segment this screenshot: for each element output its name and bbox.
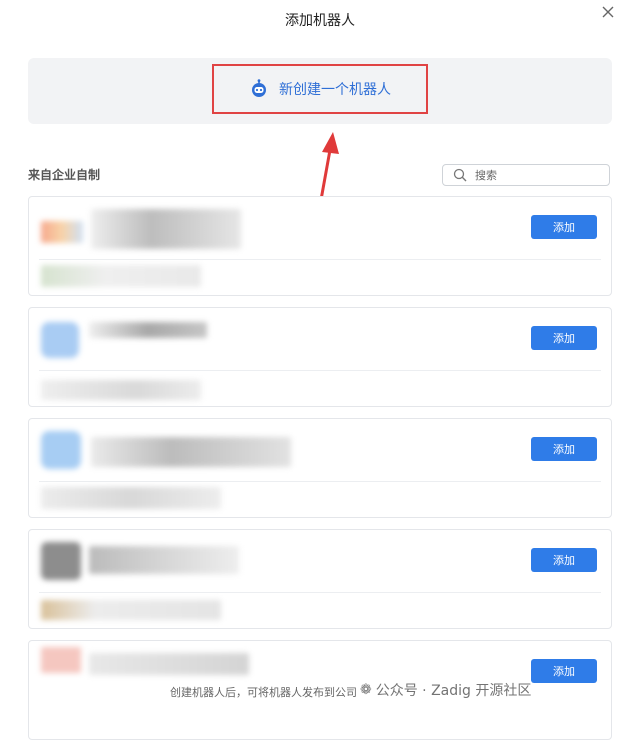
footer-note: 创建机器人后，可将机器人发布到公司 <box>170 686 357 699</box>
robot-avatar <box>41 647 81 673</box>
robot-description <box>41 265 201 287</box>
card-divider <box>39 370 601 371</box>
robot-name <box>91 437 291 467</box>
create-robot-panel: 新创建一个机器人 <box>28 58 612 124</box>
add-robot-button[interactable]: 添加 <box>531 215 597 239</box>
robot-avatar <box>41 221 83 243</box>
add-robot-button[interactable]: 添加 <box>531 326 597 350</box>
robot-card: 添加 <box>28 196 612 296</box>
robot-name <box>89 546 239 574</box>
watermark-text: 公众号 · Zadig 开源社区 <box>375 683 532 699</box>
robot-name <box>91 209 241 249</box>
robot-card: 添加 <box>28 418 612 518</box>
wechat-icon: ❁ <box>360 682 372 698</box>
robot-description <box>41 487 221 509</box>
robot-icon <box>252 79 266 97</box>
close-icon[interactable] <box>600 4 616 20</box>
robot-card: 添加 <box>28 529 612 629</box>
dialog-title: 添加机器人 <box>285 13 355 29</box>
robot-description <box>41 380 201 400</box>
robot-name <box>89 322 207 338</box>
robot-description <box>41 600 221 620</box>
card-divider <box>39 592 601 593</box>
add-robot-button[interactable]: 添加 <box>531 548 597 572</box>
robot-name <box>89 653 249 675</box>
card-divider <box>39 259 601 260</box>
create-robot-label: 新创建一个机器人 <box>279 82 391 98</box>
robot-avatar <box>41 542 81 580</box>
search-box[interactable] <box>442 164 610 186</box>
section-title: 来自企业自制 <box>28 168 101 182</box>
create-new-robot-button[interactable]: 新创建一个机器人 <box>212 64 428 114</box>
search-input[interactable] <box>475 168 585 182</box>
add-robot-button[interactable]: 添加 <box>531 437 597 461</box>
robot-avatar <box>41 431 81 469</box>
watermark: ❁ 公众号 · Zadig 开源社区 <box>360 680 531 700</box>
robot-card: 添加 <box>28 307 612 407</box>
card-divider <box>39 481 601 482</box>
add-robot-button[interactable]: 添加 <box>531 659 597 683</box>
robot-avatar <box>41 322 79 358</box>
search-icon <box>453 168 467 182</box>
